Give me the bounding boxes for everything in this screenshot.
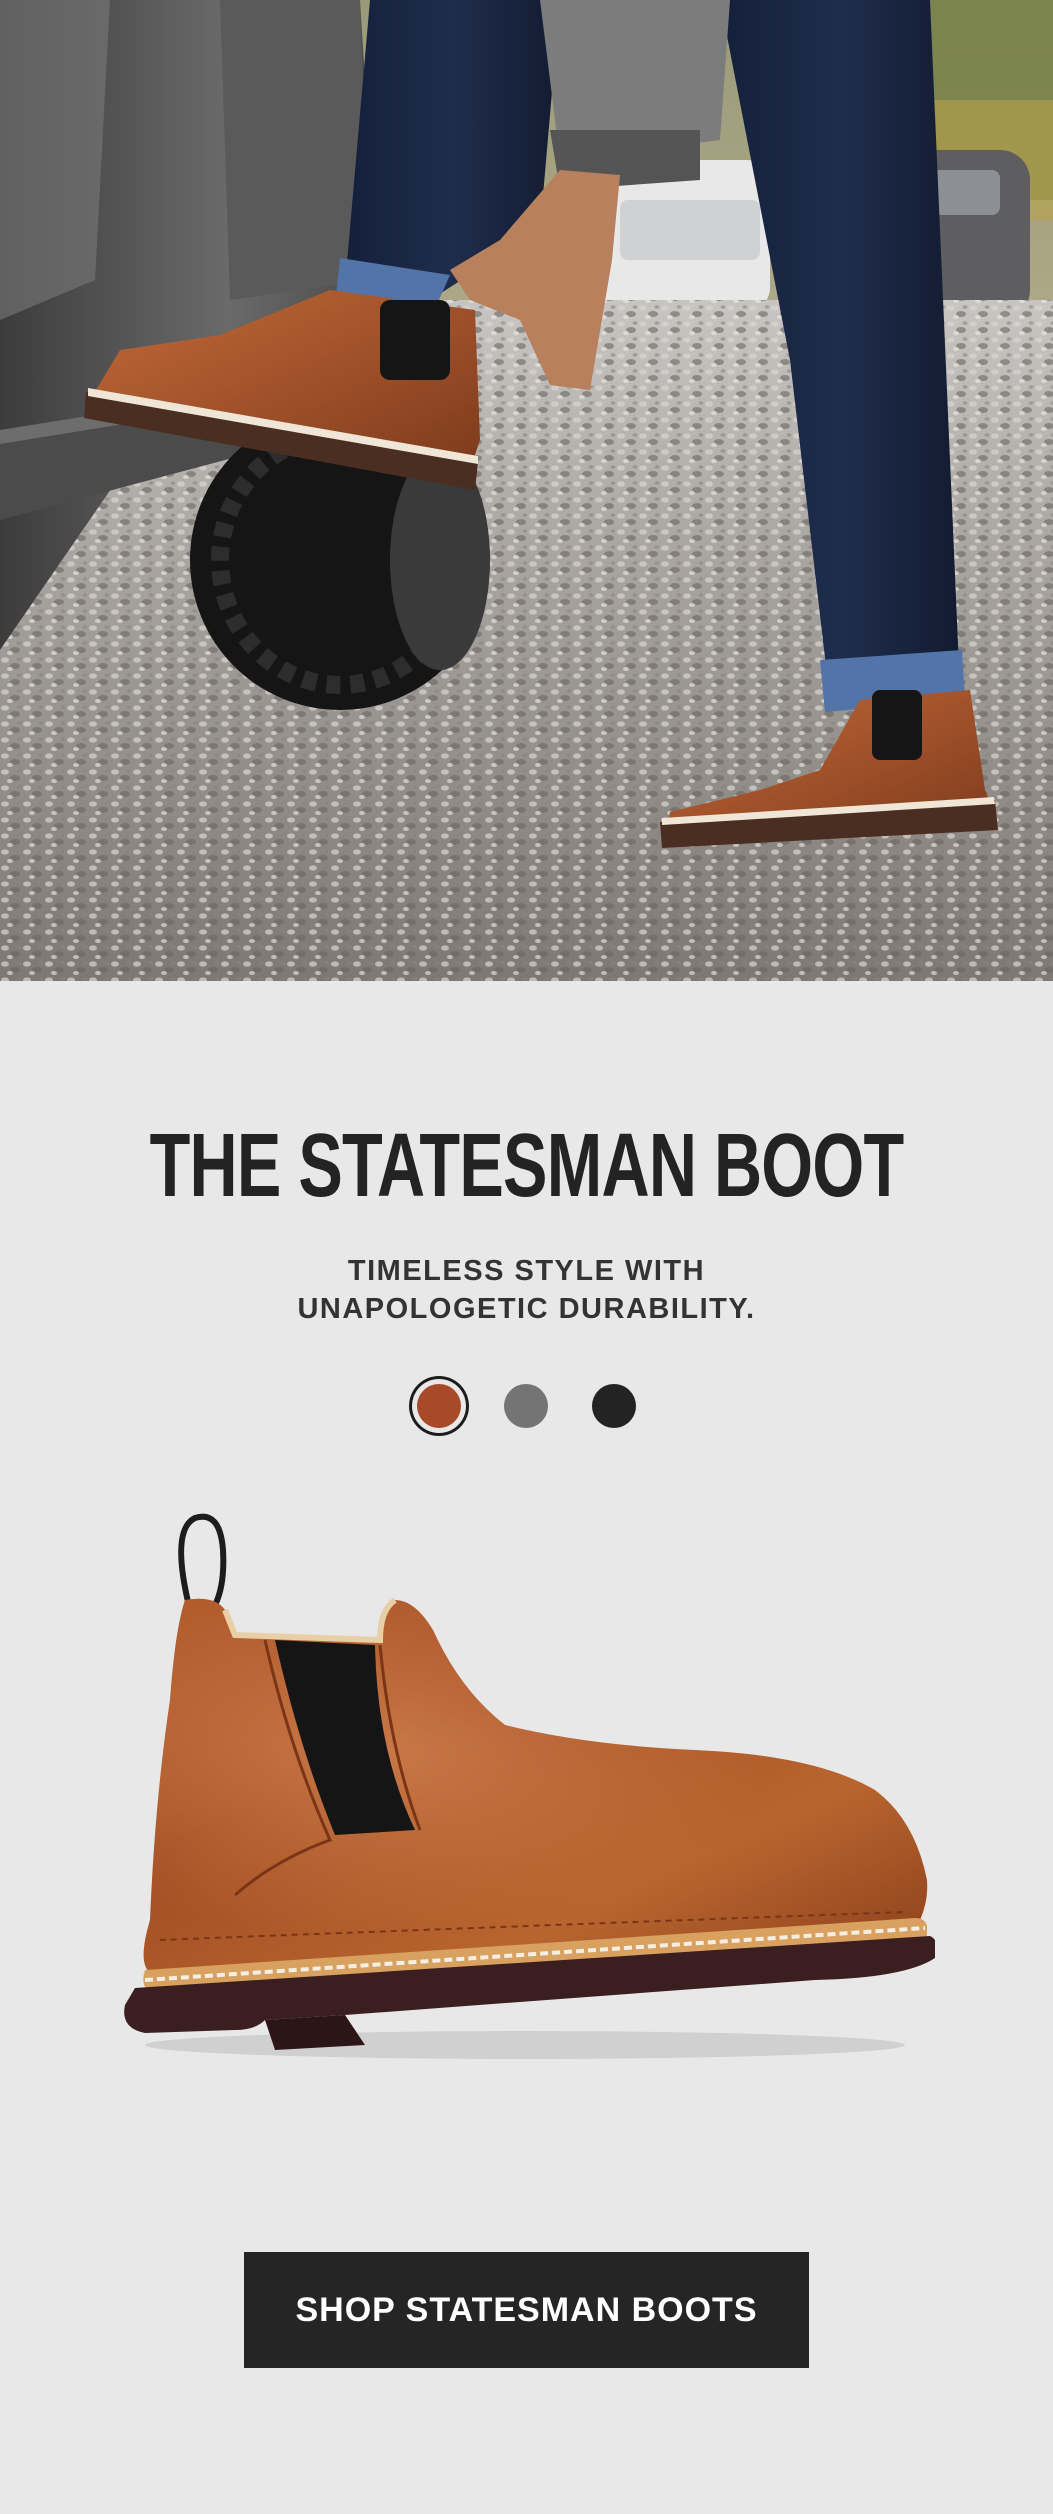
product-image[interactable] — [115, 1500, 937, 2090]
hero-image[interactable] — [0, 0, 1053, 981]
boot-lifestyle-photo-icon — [0, 0, 1053, 981]
color-swatches — [0, 1378, 1053, 1434]
product-title: THE STATESMAN BOOT — [149, 1116, 905, 1216]
swatch-black[interactable] — [592, 1384, 636, 1428]
chelsea-boot-product-image-icon — [124, 1513, 937, 2059]
tagline-line-2: UNAPOLOGETIC DURABILITY. — [297, 1293, 756, 1325]
swatch-brown[interactable] — [417, 1384, 461, 1428]
swatch-grey[interactable] — [504, 1384, 548, 1428]
shop-statesman-boots-button[interactable]: SHOP STATESMAN BOOTS — [244, 2252, 809, 2368]
product-tagline: TIMELESS STYLE WITH UNAPOLOGETIC DURABIL… — [0, 1252, 1053, 1328]
email-page: THE STATESMAN BOOT TIMELESS STYLE WITH U… — [0, 0, 1053, 2514]
tagline-line-1: TIMELESS STYLE WITH — [347, 1255, 706, 1287]
